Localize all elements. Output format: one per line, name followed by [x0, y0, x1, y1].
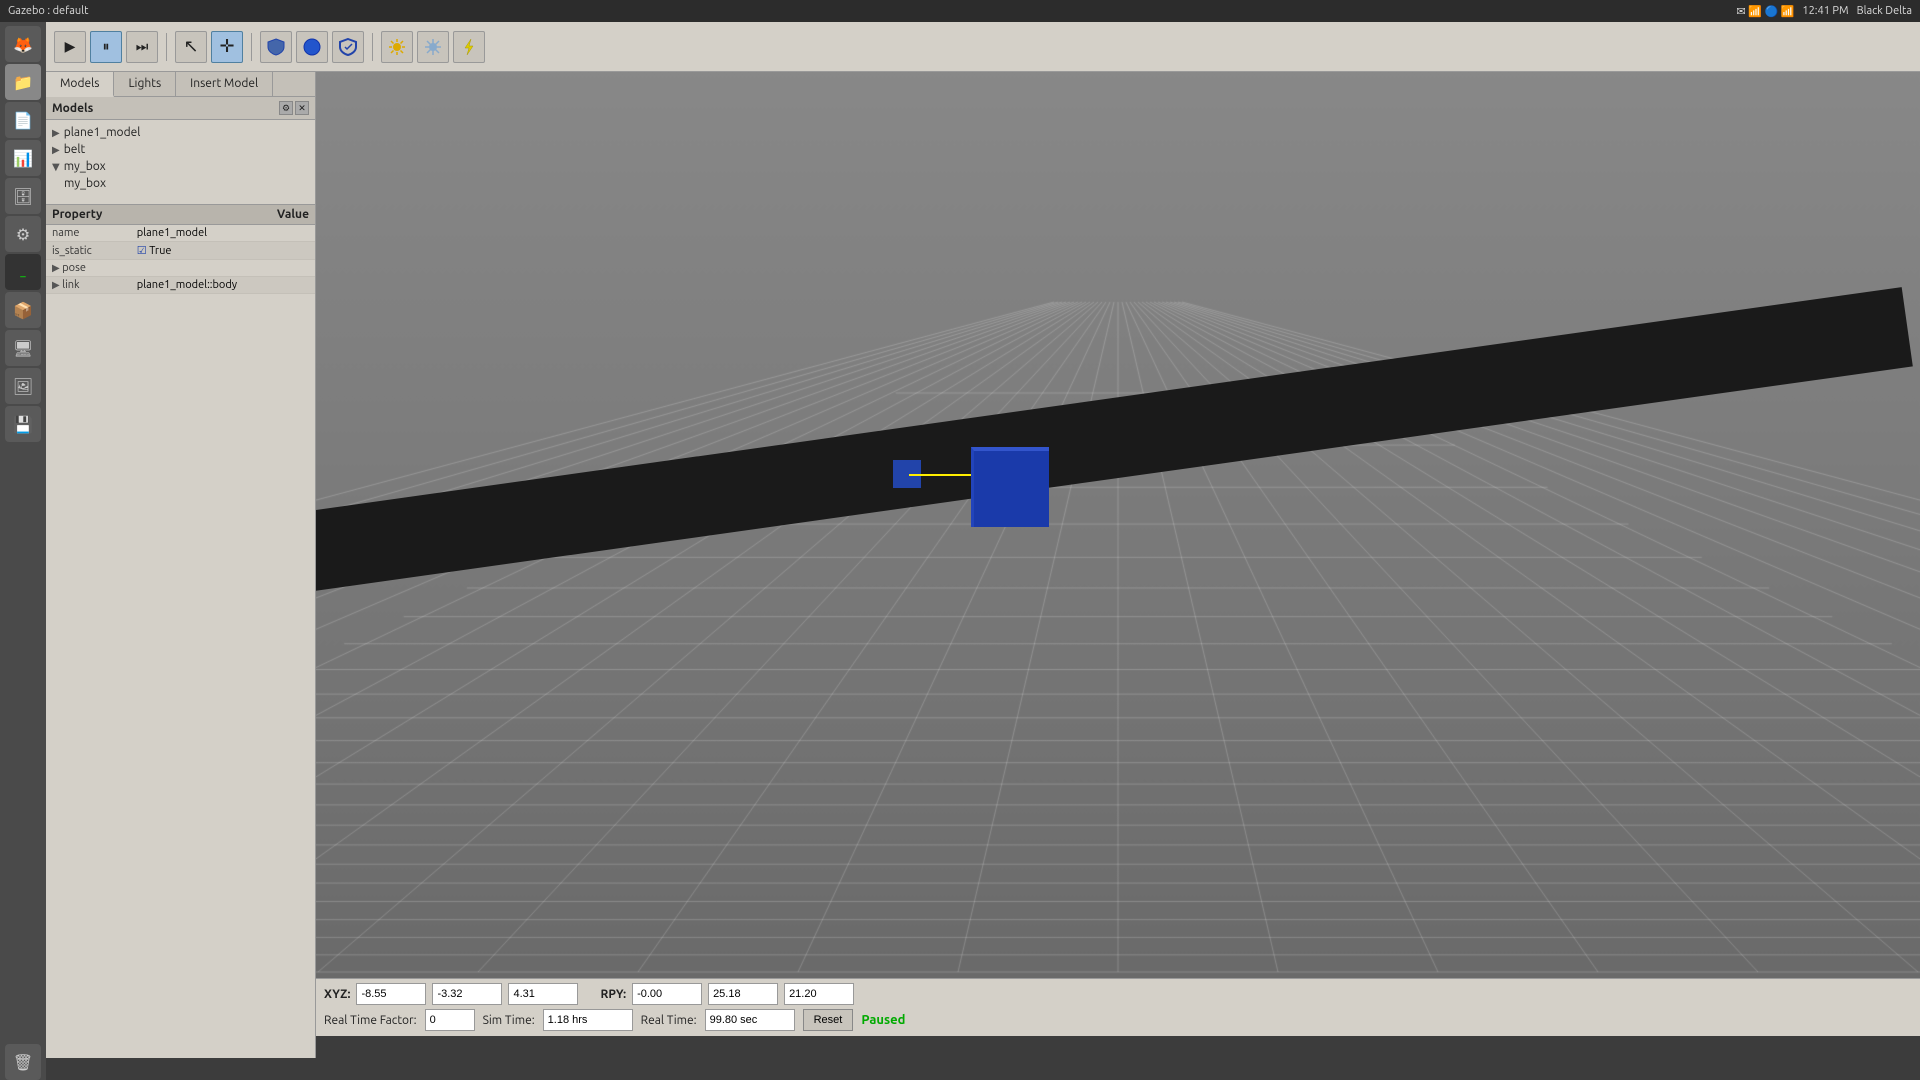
xyz-z-input[interactable] — [508, 983, 578, 1005]
status-row: Real Time Factor: Sim Time: Real Time: R… — [324, 1009, 1912, 1031]
sys-user: Black Delta — [1857, 5, 1912, 17]
panel-settings-icon[interactable]: ⚙ — [279, 101, 293, 115]
real-time-factor-input[interactable] — [425, 1009, 475, 1031]
tree-item-my-box-child[interactable]: my_box — [46, 175, 315, 192]
sys-time: 12:41 PM — [1802, 5, 1848, 17]
tab-models[interactable]: Models — [46, 72, 114, 97]
sidebar-icon-terminal[interactable]: _ — [5, 254, 41, 290]
panel-header: Models ⚙ ✕ — [46, 97, 315, 120]
tree-arrow-my-box: ▼ — [52, 161, 60, 173]
prop-key-pose[interactable]: ▶ pose — [46, 260, 315, 277]
panel-header-icons: ⚙ ✕ — [279, 101, 309, 115]
checkbox-is-static[interactable]: ☑ — [137, 245, 147, 257]
toolbar-lightning-btn[interactable] — [453, 31, 485, 63]
rpy-label: RPY: — [600, 988, 626, 1001]
sys-icons: ✉ 📶 🔵 📶 — [1737, 5, 1795, 18]
coord-row: XYZ: RPY: — [324, 983, 1912, 1005]
sidebar-icon-trash[interactable]: 🗑 — [5, 1044, 41, 1080]
blue-box-large — [971, 447, 1049, 527]
prop-row-is-static: is_static ☑ True — [46, 242, 315, 260]
prop-key-name: name — [46, 225, 131, 242]
sidebar-icon-document[interactable]: 📄 — [5, 102, 41, 138]
prop-row-pose: ▶ pose — [46, 260, 315, 277]
sidebar-icon-db[interactable]: 🗄 — [5, 178, 41, 214]
toolbar-move-btn[interactable]: ✛ — [211, 31, 243, 63]
tree-label-my-box: my_box — [64, 160, 106, 173]
sidebar-icon-settings[interactable]: ⚙ — [5, 216, 41, 252]
main-toolbar: ▶ ⏸ ⏭ ↖ ✛ — [46, 22, 1920, 72]
tree-label-plane1: plane1_model — [64, 126, 141, 139]
prop-row-link: ▶ link plane1_model::body — [46, 277, 315, 294]
sidebar-icon-screen[interactable]: 🖥 — [5, 330, 41, 366]
xyz-label: XYZ: — [324, 988, 350, 1001]
real-time-label: Real Time: — [641, 1014, 697, 1027]
window-title: Gazebo : default — [8, 5, 88, 17]
tree-item-belt[interactable]: ▶ belt — [46, 141, 315, 158]
sidebar-icon-disk[interactable]: 💾 — [5, 406, 41, 442]
panel-title: Models — [52, 102, 93, 115]
tree-item-my-box[interactable]: ▼ my_box — [46, 158, 315, 175]
prop-key-is-static: is_static — [46, 242, 131, 260]
system-bar: Gazebo : default ✉ 📶 🔵 📶 12:41 PM Black … — [0, 0, 1920, 22]
property-header: Property Value — [46, 205, 315, 225]
toolbar-play-btn[interactable]: ▶ — [54, 31, 86, 63]
bottom-bar: XYZ: RPY: Real Time Factor: Sim Time: Re… — [316, 978, 1920, 1036]
toolbar-shield1-btn[interactable] — [260, 31, 292, 63]
sidebar-icon-image[interactable]: 🖼 — [5, 368, 41, 404]
sim-time-label: Sim Time: — [483, 1014, 535, 1027]
toolbar-shield2-btn[interactable] — [332, 31, 364, 63]
property-panel: Property Value name plane1_model is_stat… — [46, 204, 315, 294]
toolbar-sep-3 — [372, 33, 373, 61]
prop-val-is-static: ☑ True — [131, 242, 315, 260]
toolbar-step-btn[interactable]: ⏭ — [126, 31, 158, 63]
sidebar-icon-files[interactable]: 📁 — [5, 64, 41, 100]
rpy-r-input[interactable] — [632, 983, 702, 1005]
left-panel: Models Lights Insert Model Models ⚙ ✕ ▶ … — [46, 72, 316, 1058]
tab-lights[interactable]: Lights — [114, 72, 176, 96]
toolbar-circle-btn[interactable] — [296, 31, 328, 63]
toolbar-star-btn[interactable] — [417, 31, 449, 63]
real-time-input[interactable] — [705, 1009, 795, 1031]
prop-val-name: plane1_model — [131, 225, 315, 242]
prop-row-name: name plane1_model — [46, 225, 315, 242]
toolbar-sep-2 — [251, 33, 252, 61]
toolbar-sun-btn[interactable] — [381, 31, 413, 63]
tree-arrow-plane1: ▶ — [52, 127, 60, 139]
prop-val-link: plane1_model::body — [131, 277, 315, 294]
toolbar-pause-btn[interactable]: ⏸ — [90, 31, 122, 63]
sidebar-icon-box3d[interactable]: 📦 — [5, 292, 41, 328]
expand-arrow-link: ▶ — [52, 279, 60, 290]
toolbar-select-btn[interactable]: ↖ — [175, 31, 207, 63]
xyz-x-input[interactable] — [356, 983, 426, 1005]
tab-insert-model[interactable]: Insert Model — [176, 72, 273, 96]
expand-arrow-pose: ▶ — [52, 262, 60, 273]
value-title: Value — [277, 208, 309, 221]
xyz-y-input[interactable] — [432, 983, 502, 1005]
tree-label-my-box-child: my_box — [64, 177, 106, 190]
rpy-y-input[interactable] — [784, 983, 854, 1005]
tree-arrow-belt: ▶ — [52, 144, 60, 156]
sim-time-input[interactable] — [543, 1009, 633, 1031]
tree-item-plane1-model[interactable]: ▶ plane1_model — [46, 124, 315, 141]
property-table: name plane1_model is_static ☑ True ▶ pos… — [46, 225, 315, 294]
reset-button[interactable]: Reset — [803, 1009, 854, 1031]
toolbar-sep-1 — [166, 33, 167, 61]
model-tree: ▶ plane1_model ▶ belt ▼ my_box my_box — [46, 120, 315, 196]
panel-tabs: Models Lights Insert Model — [46, 72, 315, 97]
sidebar-icon-spreadsheet[interactable]: 📊 — [5, 140, 41, 176]
system-bar-right: ✉ 📶 🔵 📶 12:41 PM Black Delta — [1737, 5, 1912, 18]
system-bar-left: Gazebo : default — [8, 5, 88, 17]
tree-label-belt: belt — [64, 143, 86, 156]
paused-status: Paused — [861, 1013, 905, 1027]
left-sidebar: 🦊 📁 📄 📊 🗄 ⚙ _ 📦 🖥 🖼 💾 🗑 — [0, 22, 46, 1080]
panel-close-icon[interactable]: ✕ — [295, 101, 309, 115]
real-time-factor-label: Real Time Factor: — [324, 1014, 417, 1027]
rpy-p-input[interactable] — [708, 983, 778, 1005]
prop-key-link[interactable]: ▶ link — [46, 277, 131, 294]
viewport[interactable] — [316, 72, 1920, 978]
sidebar-icon-firefox[interactable]: 🦊 — [5, 26, 41, 62]
property-title: Property — [52, 208, 102, 221]
